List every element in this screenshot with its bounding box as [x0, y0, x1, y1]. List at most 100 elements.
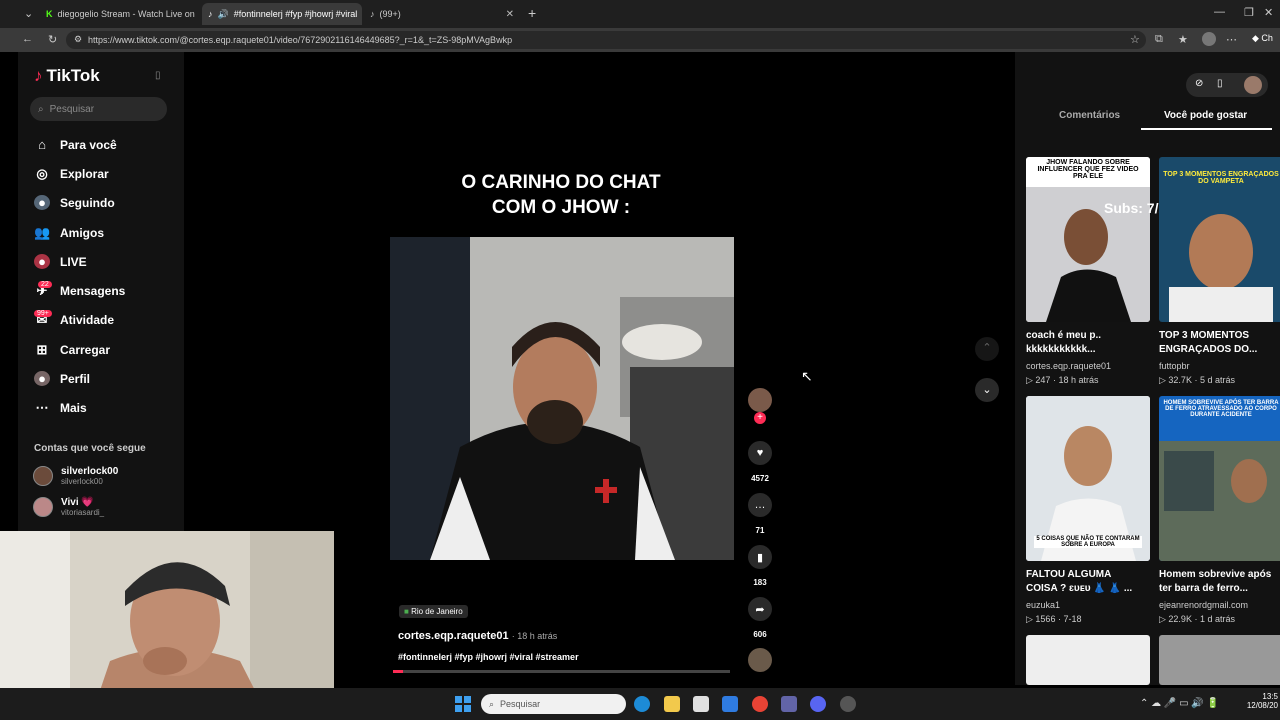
suggestion-thumbnail[interactable]: [1026, 635, 1150, 685]
tiktok-logo[interactable]: ♪ TikTok: [34, 66, 100, 86]
post-time: 5 d atrás: [1199, 375, 1235, 385]
share-button[interactable]: ➦: [748, 597, 772, 621]
view-count: 1566: [1035, 614, 1056, 624]
minimize-button[interactable]: —: [1214, 6, 1225, 18]
panel-toolbar: ⊘ ▯: [1186, 73, 1268, 97]
speaker-icon[interactable]: 🔊: [218, 9, 229, 20]
sidebar-item-perfil[interactable]: ● Perfil: [34, 371, 90, 386]
tab-label: diegogelio Stream - Watch Live on: [57, 9, 195, 19]
account-item[interactable]: silverlock00 silverlock00: [33, 466, 118, 486]
sidebar-item-live[interactable]: ● LIVE: [34, 254, 87, 269]
author-name: cortes.eqp.raquete01: [398, 630, 509, 642]
follow-plus-button[interactable]: +: [754, 412, 766, 424]
suggestion-author[interactable]: euzuka1: [1026, 600, 1060, 610]
sidebar-item-mais[interactable]: ⋯ Mais: [34, 400, 87, 416]
taskbar-search[interactable]: ⌕ Pesquisar: [481, 694, 626, 714]
back-button[interactable]: ←: [22, 33, 33, 45]
video-player[interactable]: [390, 237, 734, 560]
post-time: 7-18: [1063, 614, 1082, 624]
edge-icon[interactable]: [634, 696, 650, 712]
chrome-icon[interactable]: [752, 696, 768, 712]
avatar: [33, 466, 53, 486]
sidebar-item-label: Explorar: [60, 167, 109, 181]
comment-button[interactable]: …: [748, 493, 772, 517]
sound-disc[interactable]: [748, 648, 772, 672]
suggestion-thumbnail[interactable]: HOMEM SOBREVIVE APÓS TER BARRA DE FERRO …: [1159, 396, 1280, 561]
sidebar-item-explorar[interactable]: ◎ Explorar: [34, 166, 109, 182]
sidebar-item-amigos[interactable]: 👥 Amigos: [34, 225, 104, 241]
store-icon[interactable]: [693, 696, 709, 712]
bookmark-star-icon[interactable]: ☆: [1130, 33, 1140, 46]
maximize-button[interactable]: ❐: [1244, 6, 1254, 19]
avatar: [33, 497, 53, 517]
like-button[interactable]: ♥: [748, 441, 772, 465]
suggestion-thumbnail[interactable]: TOP 3 MOMENTOS ENGRAÇADOS DO VAMPETA: [1159, 157, 1280, 322]
teams-icon[interactable]: [781, 696, 797, 712]
location-tag[interactable]: ■ Rio de Janeiro: [399, 605, 468, 618]
tab-list-icon[interactable]: ⌄: [24, 7, 33, 20]
new-tab-button[interactable]: +: [528, 5, 536, 21]
tab-kick[interactable]: K diegogelio Stream - Watch Live on ✕: [40, 3, 200, 25]
video-hashtags[interactable]: #fontinnelerj #fyp #jhowrj #viral #strea…: [398, 652, 579, 662]
suggestion-thumbnail[interactable]: 5 COISAS QUE NÃO TE CONTARAM SOBRE A EUR…: [1026, 396, 1150, 561]
view-count: 247: [1035, 375, 1051, 385]
reload-button[interactable]: ↻: [48, 33, 57, 46]
avatar[interactable]: [1244, 76, 1262, 94]
account-item[interactable]: Vivi 💗 vitoriasardi_: [33, 497, 104, 517]
favorites-icon[interactable]: ★: [1178, 33, 1188, 46]
tab-comments[interactable]: Comentários: [1059, 110, 1120, 121]
tab-bar: ⌄ K diegogelio Stream - Watch Live on ✕ …: [0, 0, 1280, 28]
suggestion-author[interactable]: ejeanrenordgmail.com: [1159, 600, 1248, 610]
post-time: 1 d atrás: [1199, 614, 1235, 624]
suggestion-title[interactable]: FALTOU ALGUMA COISA ? ɛᴜᴇᴜ 👗 👗 ...: [1026, 568, 1144, 596]
tab-suggested[interactable]: Você pode gostar: [1164, 110, 1247, 121]
compass-icon[interactable]: ⊘: [1195, 78, 1203, 89]
collapse-sidebar-icon[interactable]: ▯: [155, 70, 161, 81]
previous-video-button[interactable]: ⌃: [975, 337, 999, 361]
suggestion-thumbnail[interactable]: JHOW FALANDO SOBRE INFLUENCER QUE FEZ VI…: [1026, 157, 1150, 322]
close-window-button[interactable]: ✕: [1264, 6, 1273, 19]
save-button[interactable]: ▮: [748, 545, 772, 569]
suggestion-title[interactable]: TOP 3 MOMENTOS ENGRAÇADOS DO...: [1159, 329, 1277, 357]
author-avatar[interactable]: [748, 388, 772, 412]
share-icon: ➦: [755, 603, 765, 616]
url-field[interactable]: https://www.tiktok.com/@cortes.eqp.raque…: [66, 31, 1146, 49]
activity-badge: 99+: [34, 310, 52, 317]
compass-icon: ◎: [36, 166, 48, 181]
video-progress-bar[interactable]: [393, 670, 730, 673]
profile-avatar[interactable]: [1202, 32, 1216, 46]
next-video-button[interactable]: ⌄: [975, 378, 999, 402]
tab-tiktok-video[interactable]: ♪ 🔊 #fontinnelerj #fyp #jhowrj #viral ✕: [202, 3, 362, 25]
messages-badge: 22: [38, 281, 52, 288]
file-explorer-icon[interactable]: [664, 696, 680, 712]
extensions-icon[interactable]: ⧉: [1155, 33, 1163, 46]
tab-label: (99+): [379, 9, 401, 19]
search-input[interactable]: ⌕ Pesquisar: [30, 97, 167, 121]
site-info-icon[interactable]: ⚙: [74, 34, 82, 45]
suggestion-author[interactable]: cortes.eqp.raquete01: [1026, 361, 1111, 371]
mail-icon[interactable]: [722, 696, 738, 712]
sidebar-item-carregar[interactable]: ⊞ Carregar: [34, 342, 110, 358]
discord-icon[interactable]: [810, 696, 826, 712]
thumb-caption: HOMEM SOBREVIVE APÓS TER BARRA DE FERRO …: [1163, 400, 1279, 418]
video-author[interactable]: cortes.eqp.raquete01 · 18 h atrás: [398, 630, 557, 642]
suggestion-title[interactable]: Homem sobrevive após ter barra de ferro.…: [1159, 568, 1277, 596]
menu-dots-icon[interactable]: ⋯: [1226, 33, 1237, 46]
app-icon[interactable]: [840, 696, 856, 712]
close-icon[interactable]: ✕: [506, 9, 514, 20]
sidebar-item-para-voce[interactable]: ⌂ Para você: [34, 137, 117, 152]
device-icon[interactable]: ▯: [1217, 78, 1223, 89]
suggestion-thumbnail[interactable]: [1159, 635, 1280, 685]
start-button[interactable]: [455, 696, 471, 712]
address-bar: ← ↻ https://www.tiktok.com/@cortes.eqp.r…: [0, 28, 1280, 52]
system-tray-icons[interactable]: ⌃ ☁ 🎤 ▭ 🔊 🔋: [1140, 698, 1219, 709]
suggestion-title[interactable]: coach é meu p.. kkkkkkkkkkk...: [1026, 329, 1144, 357]
more-icon: ⋯: [35, 400, 49, 415]
clock[interactable]: 13:5 12/08/20: [1238, 692, 1278, 710]
windows-icon: [455, 696, 462, 703]
tab-tiktok-notifications[interactable]: ♪ (99+) ✕: [364, 3, 520, 25]
copilot-button[interactable]: ◆ Ch: [1252, 33, 1273, 44]
suggestion-author[interactable]: futtopbr: [1159, 361, 1190, 371]
tiktok-icon: ♪: [34, 66, 43, 85]
sidebar-item-seguindo[interactable]: ● Seguindo: [34, 195, 115, 210]
